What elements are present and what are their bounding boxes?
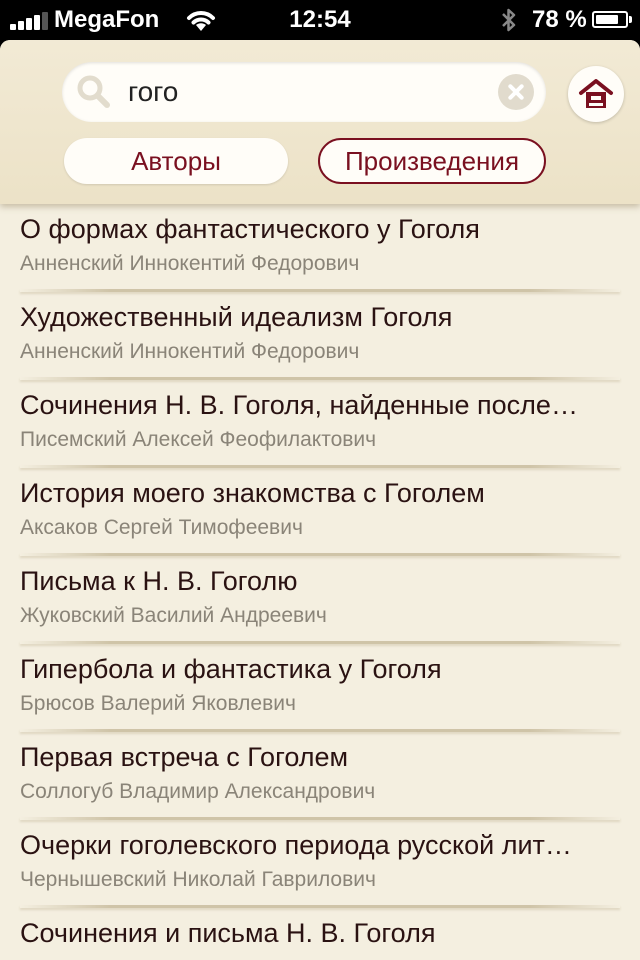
search-icon <box>77 75 110 108</box>
work-title: Очерки гоголевского периода русской лит… <box>20 830 572 860</box>
list-item[interactable]: Первая встреча с Гоголем Соллогуб Владими… <box>0 732 640 820</box>
battery-icon <box>592 11 632 28</box>
list-item[interactable]: Сочинения и письма Н. В. Гоголя <box>0 908 640 960</box>
work-title: Письма к Н. В. Гоголю <box>20 566 298 596</box>
tab-authors[interactable]: Авторы <box>64 138 288 184</box>
search-bar[interactable] <box>62 62 546 122</box>
work-title: Художественный идеализм Гоголя <box>20 302 453 332</box>
work-title: О формах фантастического у Гоголя <box>20 214 480 244</box>
work-author: Соллогуб Владимир Александрович <box>20 780 376 803</box>
clear-search-button[interactable] <box>498 74 534 110</box>
tab-works[interactable]: Произведения <box>318 138 546 184</box>
work-author: Анненский Иннокентий Федорович <box>20 252 360 275</box>
list-item[interactable]: Художественный идеализм Гоголя Анненский … <box>0 292 640 380</box>
work-author: Жуковский Василий Андреевич <box>20 604 327 627</box>
list-item[interactable]: О формах фантастического у Гоголя Анненск… <box>0 204 640 292</box>
work-author: Брюсов Валерий Яковлевич <box>20 692 296 715</box>
list-item[interactable]: Очерки гоголевского периода русской лит…… <box>0 820 640 908</box>
list-item[interactable]: Письма к Н. В. Гоголю Жуковский Василий А… <box>0 556 640 644</box>
list-item[interactable]: Гипербола и фантастика у Гоголя Брюсов Ва… <box>0 644 640 732</box>
work-title: История моего знакомства с Гоголем <box>20 478 485 508</box>
work-author: Аксаков Сергей Тимофеевич <box>20 516 303 539</box>
results-list[interactable]: О формах фантастического у Гоголя Анненск… <box>0 204 640 960</box>
battery-percent: 78 % <box>532 6 587 33</box>
home-icon <box>579 79 613 108</box>
work-title: Первая встреча с Гоголем <box>20 742 349 772</box>
work-title: Сочинения Н. В. Гоголя, найденные после… <box>20 390 578 420</box>
search-header: Авторы Произведения <box>0 40 640 204</box>
work-author: Писемский Алексей Феофилактович <box>20 428 377 451</box>
search-input[interactable] <box>128 72 488 112</box>
status-bar: MegaFon 12:54 78 % <box>0 0 640 40</box>
work-title: Гипербола и фантастика у Гоголя <box>20 654 442 684</box>
bluetooth-icon <box>502 8 516 32</box>
home-button[interactable] <box>568 66 624 122</box>
list-item[interactable]: Сочинения Н. В. Гоголя, найденные после…… <box>0 380 640 468</box>
app-screen: Авторы Произведения О формах фантастичес… <box>0 40 640 960</box>
list-item[interactable]: История моего знакомства с Гоголем Аксако… <box>0 468 640 556</box>
work-author: Анненский Иннокентий Федорович <box>20 340 360 363</box>
work-title: Сочинения и письма Н. В. Гоголя <box>20 918 436 948</box>
work-author: Чернышевский Николай Гаврилович <box>20 868 376 891</box>
